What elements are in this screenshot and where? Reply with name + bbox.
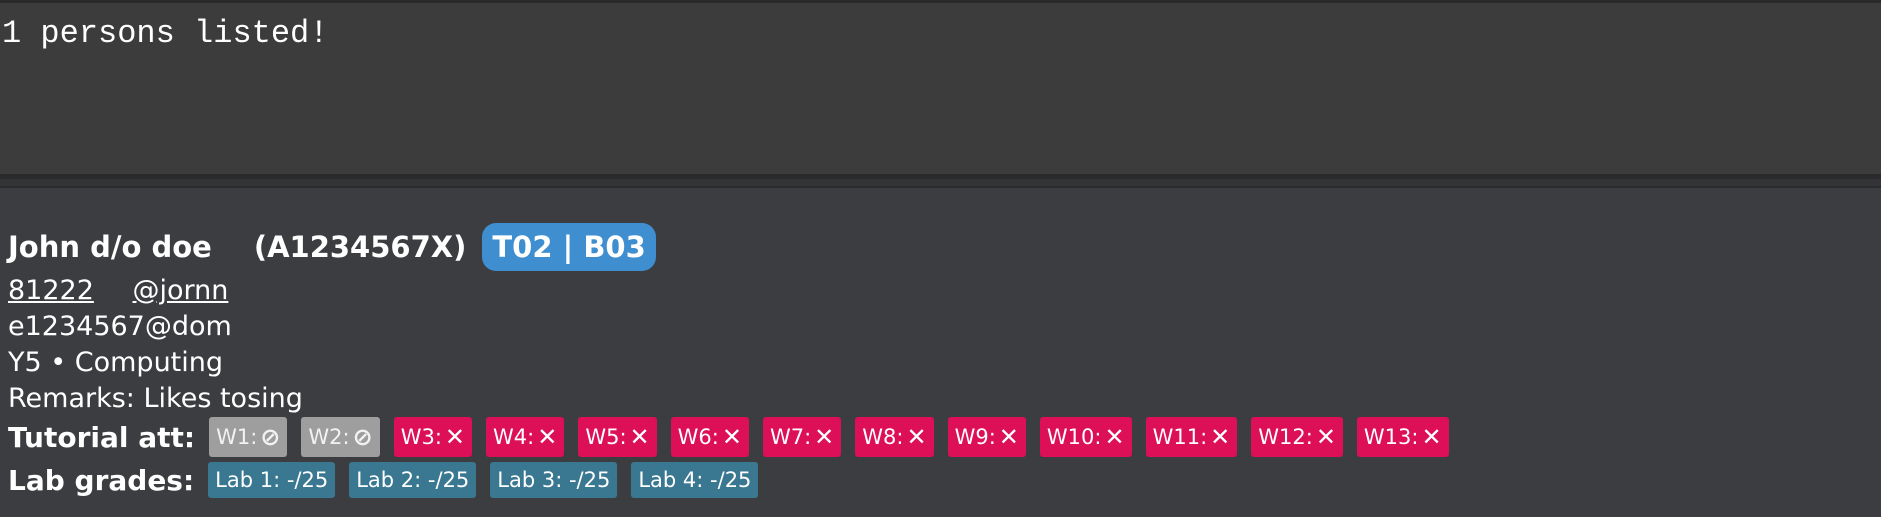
cross-icon: ✕: [906, 423, 927, 451]
panel-divider[interactable]: [0, 176, 1881, 188]
person-header: John d/o doe (A1234567X) T02 | B03: [8, 222, 656, 272]
tutorial-attendance-chip: W6: ✕: [670, 417, 749, 457]
lab-grade-chip: Lab 3: -/25: [490, 462, 618, 498]
year-major-text: Y5 • Computing: [8, 347, 224, 378]
student-id: (A1234567X): [253, 230, 467, 264]
tutorial-attendance-chip: W4: ✕: [486, 417, 565, 457]
cross-icon: ✕: [444, 423, 466, 451]
attendance-week-label: W8:: [862, 425, 904, 449]
attendance-week-label: W10:: [1046, 425, 1102, 449]
tutorial-attendance-chip: W1: ⊘: [209, 417, 288, 457]
lab-grades-label: Lab grades:: [8, 463, 195, 497]
attendance-week-label: W9:: [954, 425, 996, 449]
cross-icon: ✕: [1210, 423, 1231, 451]
person-name: John d/o doe: [8, 230, 212, 264]
tutorial-att-label: Tutorial att:: [8, 420, 196, 454]
contact-row: 81222 @jornn: [8, 275, 228, 306]
lab-grades-row: Lab grades: Lab 1: -/25 Lab 2: -/25 Lab 3:…: [8, 461, 772, 499]
cross-icon: ✕: [1315, 423, 1336, 451]
cross-icon: ✕: [629, 423, 650, 451]
attendance-week-label: W3:: [400, 425, 442, 449]
group-badge: T02 | B03: [482, 223, 656, 271]
attendance-week-label: W5:: [585, 425, 627, 449]
tutorial-attendance-chip: W12: ✕: [1251, 417, 1343, 457]
remarks-text: Remarks: Likes tosing: [8, 383, 303, 414]
attendance-week-label: W1:: [216, 425, 258, 449]
result-message: 1 persons listed!: [2, 15, 329, 52]
cross-icon: ✕: [1104, 423, 1125, 451]
tutorial-attendance-chip: W3: ✕: [393, 417, 473, 457]
tutorial-attendance-chip: W13: ✕: [1356, 417, 1449, 457]
lab-grade-chip: Lab 1: -/25: [208, 462, 336, 498]
tutorial-attendance-chip: W7: ✕: [762, 417, 842, 457]
attendance-week-label: W6:: [677, 425, 719, 449]
attendance-week-label: W7:: [769, 425, 812, 449]
attendance-week-label: W2:: [308, 425, 350, 449]
tutorial-attendance-chip: W5: ✕: [578, 417, 657, 457]
attendance-week-label: W4:: [493, 425, 535, 449]
tutorial-attendance-chip: W9: ✕: [947, 417, 1026, 457]
telegram-link[interactable]: @jornn: [133, 275, 229, 306]
tutorial-attendance-row: Tutorial att: W1: ⊘ W2: ⊘ W3: ✕ W4: ✕ W5: ✕ W6: ✕ W7…: [8, 416, 1463, 458]
attendance-week-label: W11:: [1152, 425, 1208, 449]
cross-icon: ✕: [1421, 423, 1442, 451]
cross-icon: ✕: [998, 423, 1019, 451]
excused-icon: ⊘: [260, 423, 281, 451]
cross-icon: ✕: [814, 423, 835, 451]
lab-grade-chip: Lab 4: -/25: [631, 462, 759, 498]
attendance-week-label: W12:: [1258, 425, 1313, 449]
result-display: 1 persons listed!: [0, 0, 1881, 176]
tutorial-attendance-chip: W10: ✕: [1039, 417, 1132, 457]
lab-grade-chip: Lab 2: -/25: [349, 462, 477, 498]
cross-icon: ✕: [721, 423, 742, 451]
excused-icon: ⊘: [352, 423, 373, 451]
email-text: e1234567@dom: [8, 311, 232, 342]
phone-link[interactable]: 81222: [8, 275, 94, 306]
tutorial-attendance-chip: W2: ⊘: [301, 417, 380, 457]
cross-icon: ✕: [537, 423, 558, 451]
tutorial-attendance-chip: W11: ✕: [1145, 417, 1238, 457]
attendance-week-label: W13:: [1363, 425, 1419, 449]
tutorial-attendance-chip: W8: ✕: [855, 417, 934, 457]
